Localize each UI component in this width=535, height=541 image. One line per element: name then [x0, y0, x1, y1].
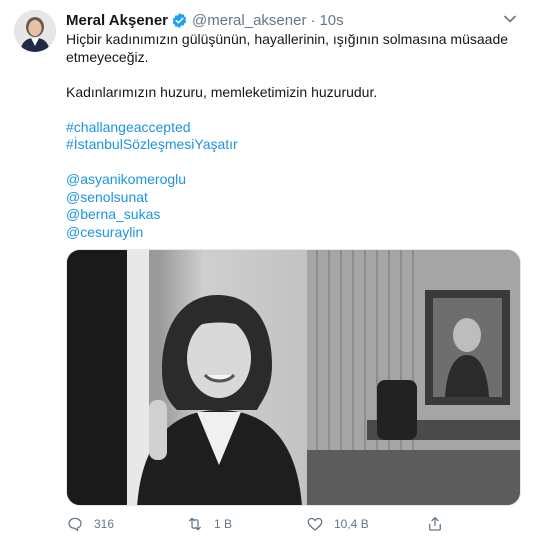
timestamp[interactable]: 10s	[319, 12, 343, 29]
heart-icon	[307, 517, 323, 531]
mention-link[interactable]: @asyanikomeroglu	[66, 171, 521, 189]
share-icon	[429, 516, 441, 531]
hashtag-link[interactable]: #İstanbulSözleşmesiYaşatır	[66, 136, 521, 154]
reply-count: 316	[94, 517, 115, 531]
avatar[interactable]	[14, 10, 56, 52]
tweet-photo[interactable]	[66, 249, 521, 506]
retweet-button[interactable]: 1 B	[186, 515, 232, 533]
photo-image	[67, 250, 520, 505]
tweet-text: Hiçbir kadınımızın gülüşünün, hayallerin…	[66, 31, 521, 241]
tweet-text-line2: Kadınlarımızın huzuru, memleketimizin hu…	[66, 83, 378, 100]
verified-badge-icon	[171, 12, 188, 29]
display-name[interactable]: Meral Akşener	[66, 12, 168, 29]
tweet[interactable]: Meral Akşener @meral_aksener · 10s Hiçbi…	[0, 0, 535, 541]
mention-link[interactable]: @senolsunat	[66, 189, 521, 207]
avatar-image	[14, 10, 56, 52]
retweet-icon	[189, 517, 201, 531]
share-button[interactable]	[426, 515, 454, 533]
handle[interactable]: @meral_aksener	[192, 12, 306, 29]
mention-link[interactable]: @berna_sukas	[66, 206, 521, 224]
like-button[interactable]: 10,4 B	[306, 515, 369, 533]
tweet-header: Meral Akşener @meral_aksener · 10s	[66, 10, 525, 30]
chevron-down-icon[interactable]	[503, 12, 517, 26]
reply-icon	[68, 517, 82, 532]
separator-dot: ·	[310, 11, 316, 29]
retweet-count: 1 B	[214, 517, 233, 531]
mention-link[interactable]: @cesuraylin	[66, 224, 521, 242]
like-count: 10,4 B	[334, 517, 369, 531]
reply-button[interactable]: 316	[66, 515, 114, 533]
tweet-text-line1: Hiçbir kadınımızın gülüşünün, hayallerin…	[66, 31, 509, 65]
tweet-actions: 316 1 B 10,4 B	[66, 513, 521, 535]
hashtag-link[interactable]: #challangeaccepted	[66, 119, 521, 137]
